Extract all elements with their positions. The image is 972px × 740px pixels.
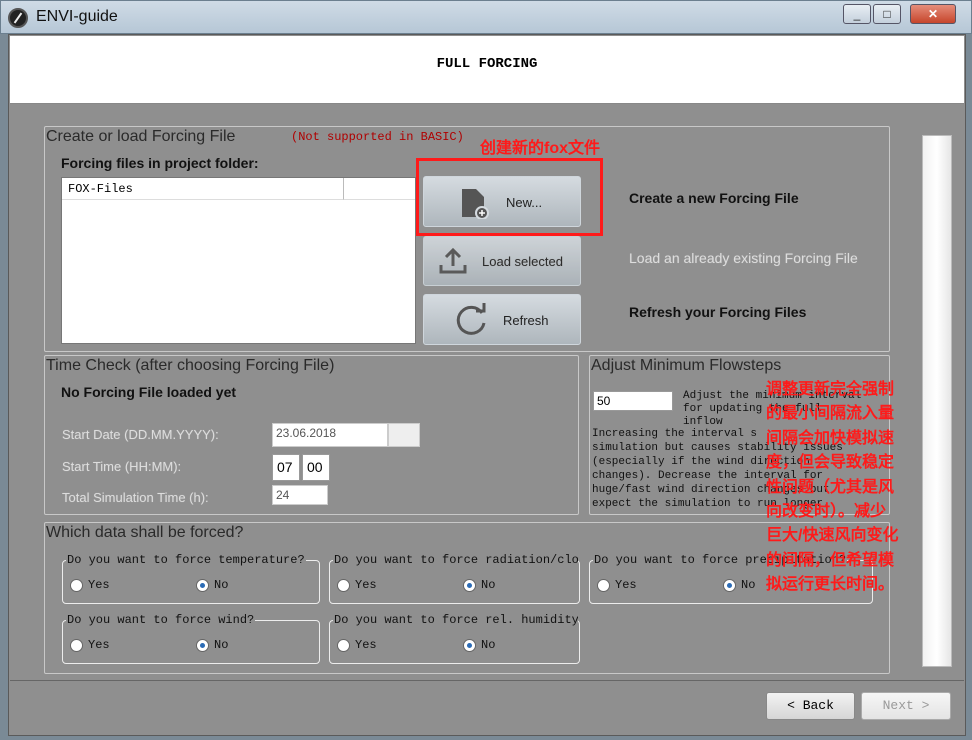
radio-yes[interactable] xyxy=(70,639,83,652)
load-button-label: Load selected xyxy=(482,254,563,269)
radio-yes-label[interactable]: Yes xyxy=(88,578,110,592)
time-check-title: Time Check (after choosing Forcing File) xyxy=(46,357,335,374)
radio-yes-label[interactable]: Yes xyxy=(615,578,637,592)
refresh-description: Refresh your Forcing Files xyxy=(629,304,807,320)
forcing-files-list[interactable]: FOX-Files xyxy=(61,177,416,344)
title-bar xyxy=(0,0,972,34)
flowsteps-spinner[interactable]: 50 xyxy=(593,391,673,411)
radio-no-label[interactable]: No xyxy=(481,578,495,592)
start-date-field[interactable]: 23.06.2018 xyxy=(272,423,388,447)
annotation-line: 间隔会加快模拟速 xyxy=(766,429,895,447)
refresh-button[interactable]: Refresh xyxy=(423,294,581,345)
total-time-label: Total Simulation Time (h): xyxy=(62,490,209,505)
page-title: FULL FORCING xyxy=(436,56,538,72)
footer-divider xyxy=(10,680,964,681)
highlight-box xyxy=(416,158,603,236)
vertical-scrollbar[interactable] xyxy=(922,135,952,667)
radio-yes[interactable] xyxy=(337,639,350,652)
radio-yes-label[interactable]: Yes xyxy=(88,638,110,652)
start-hour-field[interactable]: 07 xyxy=(272,454,300,481)
annotation-line: 的最小间隔流入量 xyxy=(766,405,895,423)
list-column-header[interactable]: FOX-Files xyxy=(62,178,344,200)
annotation-line: 性问题（尤其是风 xyxy=(766,478,895,496)
radio-no[interactable] xyxy=(463,579,476,592)
annotation-line: 向改变时）。减少 xyxy=(766,503,887,521)
radio-no-label[interactable]: No xyxy=(741,578,755,592)
basic-support-note: (Not supported in BASIC) xyxy=(291,130,464,144)
next-button[interactable]: Next > xyxy=(861,692,951,720)
new-file-annotation: 创建新的fox文件 xyxy=(480,140,601,157)
new-file-description: Create a new Forcing File xyxy=(629,190,799,206)
load-selected-button[interactable]: Load selected xyxy=(423,236,581,286)
annotation-line: 的间隔，但希望模 xyxy=(766,551,895,569)
radio-group-question: Do you want to force wind? xyxy=(66,613,256,627)
upload-icon xyxy=(439,247,467,274)
radio-yes-label[interactable]: Yes xyxy=(355,638,377,652)
refresh-button-label: Refresh xyxy=(503,313,549,328)
flowsteps-annotation: 调整更新完全强制 的最小间隔流入量 间隔会加快模拟速 度，但会导致稳定 性问题（… xyxy=(766,378,898,598)
radio-no[interactable] xyxy=(463,639,476,652)
radio-yes[interactable] xyxy=(70,579,83,592)
annotation-line: 度，但会导致稳定 xyxy=(766,454,895,472)
minimize-button[interactable]: _ xyxy=(843,4,871,24)
forcing-panel-title: Create or load Forcing File xyxy=(46,128,236,145)
total-time-spinner[interactable]: 24 xyxy=(272,485,328,505)
radio-group-question: Do you want to force radiation/clou xyxy=(333,553,578,567)
list-column-header-empty xyxy=(344,178,415,200)
radio-no[interactable] xyxy=(196,639,209,652)
close-button[interactable]: ✕ xyxy=(910,4,956,24)
maximize-button[interactable]: □ xyxy=(873,4,901,24)
radio-no-label[interactable]: No xyxy=(214,638,228,652)
files-label: Forcing files in project folder: xyxy=(61,155,259,171)
radio-no-label[interactable]: No xyxy=(481,638,495,652)
back-button[interactable]: < Back xyxy=(766,692,855,720)
load-file-description: Load an already existing Forcing File xyxy=(629,250,858,266)
forced-data-title: Which data shall be forced? xyxy=(46,524,244,541)
radio-no[interactable] xyxy=(723,579,736,592)
radio-group-question: Do you want to force temperature? xyxy=(66,553,306,567)
start-minute-field[interactable]: 00 xyxy=(302,454,330,481)
annotation-line: 巨大/快速风向变化 xyxy=(766,527,899,545)
start-date-label: Start Date (DD.MM.YYYY): xyxy=(62,427,219,442)
radio-yes[interactable] xyxy=(337,579,350,592)
annotation-line: 调整更新完全强制 xyxy=(766,381,895,398)
calendar-dropdown-icon[interactable] xyxy=(388,423,420,447)
page-header: FULL FORCING xyxy=(10,36,964,104)
forcing-status: No Forcing File loaded yet xyxy=(61,384,237,400)
refresh-icon xyxy=(456,303,486,335)
window-title: ENVI-guide xyxy=(36,8,118,25)
annotation-line: 拟运行更长时间。 xyxy=(766,576,895,594)
radio-no-label[interactable]: No xyxy=(214,578,228,592)
radio-yes[interactable] xyxy=(597,579,610,592)
radio-yes-label[interactable]: Yes xyxy=(355,578,377,592)
app-logo-icon xyxy=(8,8,28,28)
radio-no[interactable] xyxy=(196,579,209,592)
start-time-label: Start Time (HH:MM): xyxy=(62,459,182,474)
flowsteps-title: Adjust Minimum Flowsteps xyxy=(591,357,782,374)
radio-group-question: Do you want to force rel. humidity? xyxy=(333,613,578,627)
